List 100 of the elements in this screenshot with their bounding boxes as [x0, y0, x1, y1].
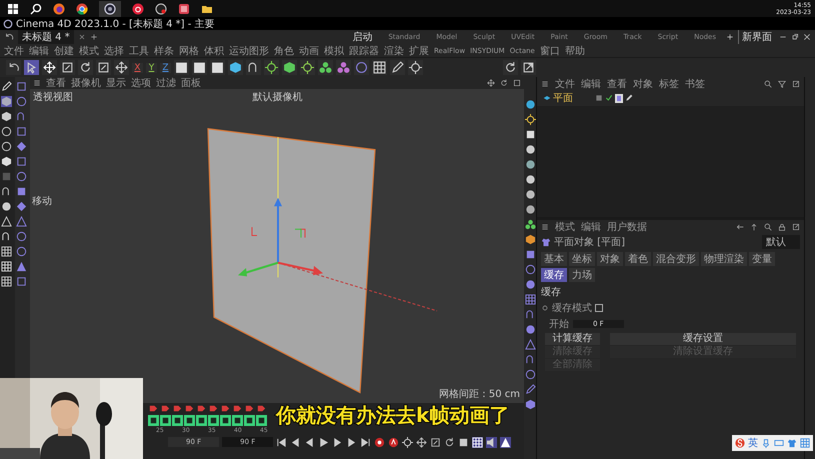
- circle-icon[interactable]: [524, 174, 536, 185]
- circle-icon[interactable]: [524, 204, 536, 215]
- clapper-icon[interactable]: [210, 60, 225, 75]
- circle-icon[interactable]: [524, 159, 536, 170]
- viewport-menu-item[interactable]: 查看: [46, 76, 66, 90]
- menu-icon[interactable]: [541, 80, 549, 88]
- preset-dropdown[interactable]: 默认: [762, 235, 800, 249]
- circle-icon[interactable]: [524, 369, 536, 380]
- square-icon[interactable]: [458, 436, 470, 448]
- menu-item[interactable]: 动画: [299, 44, 319, 58]
- cube-icon[interactable]: [228, 60, 243, 75]
- object-name[interactable]: 平面: [553, 91, 593, 105]
- close-icon[interactable]: [803, 33, 811, 41]
- menu-item[interactable]: 扩展: [409, 44, 429, 58]
- panel-menu-item[interactable]: 编辑: [581, 220, 601, 234]
- axis-lock-button[interactable]: Z: [160, 62, 171, 72]
- scale-icon[interactable]: [430, 436, 442, 448]
- keyframe-tool-icon[interactable]: [256, 415, 267, 426]
- panel-menu-item[interactable]: 编辑: [581, 76, 601, 90]
- attribute-tab[interactable]: 坐标: [569, 252, 595, 266]
- circle-icon[interactable]: [524, 99, 536, 110]
- expand-icon[interactable]: [521, 60, 536, 75]
- panel-menu-item[interactable]: 文件: [555, 76, 575, 90]
- menu-item[interactable]: 创建: [54, 44, 74, 58]
- shirt-icon[interactable]: [787, 438, 797, 448]
- move-icon[interactable]: [114, 60, 129, 75]
- previous-key-icon[interactable]: [290, 436, 302, 448]
- document-tab[interactable]: 未标题 4 *: [18, 30, 74, 44]
- grid-icon[interactable]: [1, 246, 12, 257]
- clapper-icon[interactable]: [174, 60, 189, 75]
- attribute-tab[interactable]: 混合变形: [653, 252, 699, 266]
- cube-icon[interactable]: [524, 234, 536, 245]
- menu-item[interactable]: 模式: [79, 44, 99, 58]
- diamond-icon[interactable]: [16, 201, 27, 212]
- cube-icon[interactable]: [282, 60, 297, 75]
- axis-lock-button[interactable]: Y: [146, 62, 157, 72]
- viewport-menu-item[interactable]: 过滤: [156, 76, 176, 90]
- pen-icon[interactable]: [390, 60, 405, 75]
- up-arrow-icon[interactable]: [750, 222, 758, 230]
- keyframe-tool-icon[interactable]: [196, 415, 207, 426]
- rotate-icon[interactable]: [503, 60, 518, 75]
- cube-icon[interactable]: [1, 111, 12, 122]
- circle-icon[interactable]: [16, 171, 27, 182]
- attribute-tab[interactable]: 缓存: [541, 268, 567, 282]
- keyframe-tool-icon[interactable]: [220, 415, 231, 426]
- keyframe-tool-icon[interactable]: [148, 415, 159, 426]
- input-language[interactable]: 英: [748, 436, 758, 450]
- cube-icon[interactable]: [1, 156, 12, 167]
- attribute-tab[interactable]: 力场: [569, 268, 595, 282]
- next-frame-icon[interactable]: [332, 436, 344, 448]
- menu-item[interactable]: 网格: [179, 44, 199, 58]
- bend-icon[interactable]: [246, 60, 261, 75]
- menu-item[interactable]: 模拟: [324, 44, 344, 58]
- circle-icon[interactable]: [16, 231, 27, 242]
- tri-icon[interactable]: [500, 436, 512, 448]
- menu-item[interactable]: 窗口: [540, 44, 560, 58]
- last-frame-icon[interactable]: [360, 436, 372, 448]
- panel-menu-item[interactable]: 模式: [555, 220, 575, 234]
- circle-icon[interactable]: [1, 201, 12, 212]
- circle-icon[interactable]: [354, 60, 369, 75]
- expand-icon[interactable]: [792, 80, 800, 88]
- attribute-tab[interactable]: 物理渲染: [701, 252, 747, 266]
- circle-icon[interactable]: [524, 144, 536, 155]
- pen-icon[interactable]: [625, 94, 633, 102]
- grid-icon[interactable]: [1, 276, 12, 287]
- circle-icon[interactable]: [524, 324, 536, 335]
- record-icon[interactable]: [374, 436, 386, 448]
- search-icon[interactable]: [764, 222, 772, 230]
- panel-menu-item[interactable]: 标签: [659, 76, 679, 90]
- cache-mode-checkbox[interactable]: [595, 304, 603, 312]
- scale-icon[interactable]: [60, 60, 75, 75]
- panel-menu-item[interactable]: 用户数据: [607, 220, 647, 234]
- music-app-icon[interactable]: [132, 2, 144, 14]
- add-icon[interactable]: [726, 33, 734, 41]
- move-icon[interactable]: [416, 436, 428, 448]
- menu-item[interactable]: 工具: [129, 44, 149, 58]
- cache-button[interactable]: 计算缓存: [545, 333, 600, 345]
- pan-icon[interactable]: [487, 79, 495, 87]
- cursor-icon[interactable]: [24, 60, 39, 75]
- checkmark-icon[interactable]: [605, 94, 613, 102]
- panel-menu-item[interactable]: 对象: [633, 76, 653, 90]
- circle-icon[interactable]: [16, 96, 27, 107]
- autokey-icon[interactable]: [388, 436, 400, 448]
- add-icon[interactable]: [90, 33, 98, 41]
- circle-icon[interactable]: [16, 246, 27, 257]
- undo-icon[interactable]: [6, 60, 21, 75]
- restore-icon[interactable]: [791, 33, 799, 41]
- next-key-icon[interactable]: [346, 436, 358, 448]
- circle-icon[interactable]: [1, 141, 12, 152]
- viewport-menu-item[interactable]: 显示: [106, 76, 126, 90]
- menu-item[interactable]: 编辑: [29, 44, 49, 58]
- rotate-icon[interactable]: [444, 436, 456, 448]
- square-icon[interactable]: [524, 129, 536, 140]
- keyframe-tool-icon[interactable]: [160, 415, 171, 426]
- keyframe-tool-icon[interactable]: [172, 415, 183, 426]
- fox-browser-icon[interactable]: [53, 2, 65, 14]
- rotate-icon[interactable]: [500, 79, 508, 87]
- panel-menu-item[interactable]: 书签: [685, 76, 705, 90]
- square-icon[interactable]: [524, 249, 536, 260]
- play-icon[interactable]: [318, 436, 330, 448]
